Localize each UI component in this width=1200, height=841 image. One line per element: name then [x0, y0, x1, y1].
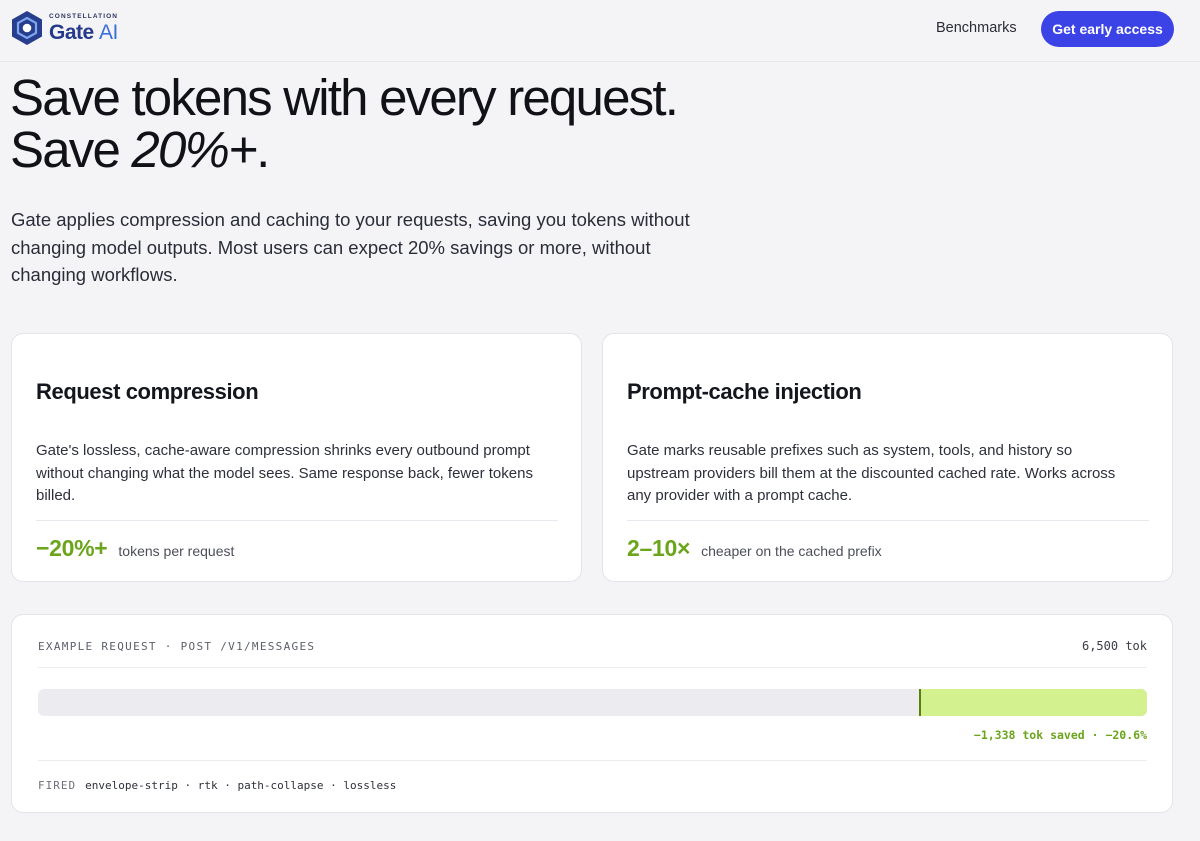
hero-title-line2-prefix: Save [10, 121, 132, 178]
logo-hexagon-icon [12, 11, 42, 45]
example-request-panel: EXAMPLE REQUEST · POST /V1/MESSAGES 6,50… [11, 614, 1173, 813]
stat-label: tokens per request [118, 543, 235, 559]
card-divider [627, 520, 1149, 521]
nav-benchmarks-link[interactable]: Benchmarks [936, 20, 1017, 36]
logo[interactable]: CONSTELLATION Gate AI [10, 10, 118, 46]
example-request-title: EXAMPLE REQUEST · POST /V1/MESSAGES [38, 640, 316, 653]
tokens-saved-segment [918, 689, 1147, 716]
logo-name: Gate AI [49, 22, 118, 43]
stat-value: 2–10× [627, 535, 691, 561]
card-body: Gate's lossless, cache-aware compression… [36, 442, 533, 504]
tokens-saved-note: −1,338 tok saved · −20.6% [973, 728, 1147, 742]
get-early-access-button[interactable]: Get early access [1041, 11, 1174, 47]
hero-title-line2-suffix: . [256, 121, 270, 178]
card-title: Prompt-cache injection [627, 379, 862, 404]
card-title: Request compression [36, 379, 259, 404]
hero-title-line1: Save tokens with every request. [10, 69, 679, 126]
prompt-cache-injection-card: Prompt-cache injection Gate marks reusab… [602, 333, 1173, 582]
token-total: 6,500 tok [1081, 639, 1147, 653]
card-stat: 2–10× cheaper on the cached prefix [627, 535, 882, 562]
hero-title-highlight: 20%+ [131, 121, 257, 178]
logo-name-gate: Gate [49, 20, 94, 44]
fired-label: FIRED [38, 779, 77, 792]
panel-divider [38, 760, 1147, 761]
logo-wordmark: CONSTELLATION Gate AI [49, 13, 118, 43]
logo-name-ai: AI [99, 20, 118, 44]
hero-title-line2: Save 20%+. [10, 124, 810, 176]
hero-title: Save tokens with every request. Save 20%… [10, 72, 810, 176]
site-header: CONSTELLATION Gate AI Benchmarks Get ear… [0, 0, 1200, 62]
card-stat: −20%+ tokens per request [36, 535, 234, 562]
card-divider [36, 520, 558, 521]
card-body: Gate marks reusable prefixes such as sys… [627, 442, 1116, 504]
request-compression-card: Request compression Gate's lossless, cac… [11, 333, 582, 582]
token-usage-bar [38, 689, 1147, 716]
stat-value: −20%+ [36, 535, 108, 561]
fired-items: envelope-strip · rtk · path-collapse · l… [85, 779, 397, 792]
stat-label: cheaper on the cached prefix [701, 543, 882, 559]
panel-divider [38, 667, 1147, 668]
hero-description: Gate applies compression and caching to … [11, 209, 690, 285]
fired-transforms: FIRED envelope-strip · rtk · path-collaps… [38, 779, 396, 792]
